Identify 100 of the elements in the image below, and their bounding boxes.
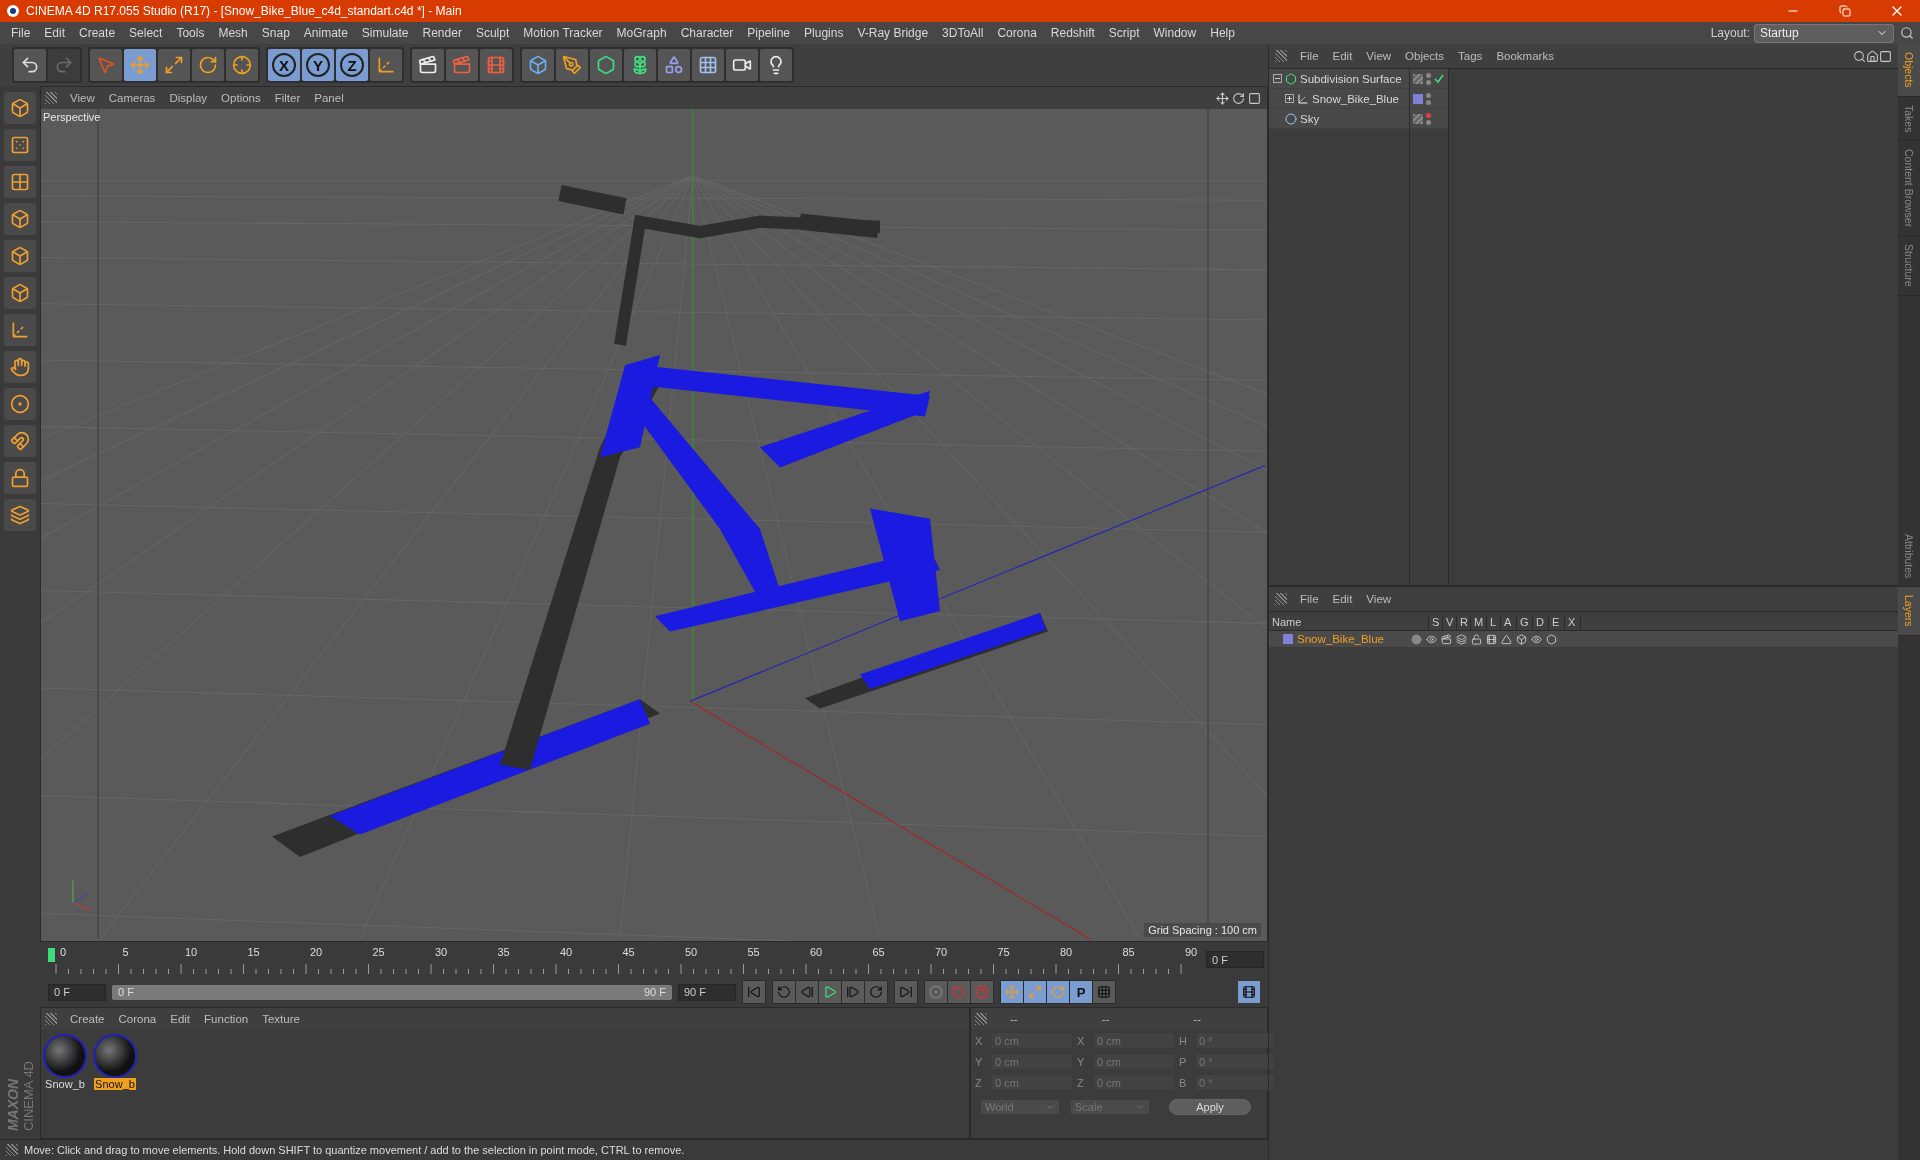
toolbar-button[interactable] [692,49,724,81]
menu-item[interactable]: Mesh [211,26,255,40]
tool-button[interactable] [4,203,36,235]
material-name[interactable]: Snow_b [44,1078,86,1090]
menu-item[interactable]: Help [1203,26,1242,40]
menu-item[interactable]: MoGraph [609,26,674,40]
material-menu-item[interactable]: Create [63,1013,112,1025]
previous-key-button[interactable] [773,981,795,1003]
column-header[interactable]: Name [1269,616,1429,630]
tool-button[interactable] [4,240,36,272]
tool-button[interactable] [4,351,36,383]
go-to-end-button[interactable] [895,981,917,1003]
panel-grip[interactable] [1275,50,1287,62]
toolbar-button[interactable] [192,49,224,81]
side-tab[interactable]: Objects [1898,44,1920,97]
tool-button[interactable] [4,499,36,531]
tool-button[interactable] [4,314,36,346]
toolbar-button[interactable] [370,49,402,81]
object-menu-item[interactable]: Edit [1325,50,1360,62]
viewport-menu-item[interactable]: Panel [307,92,351,104]
tool-button[interactable] [4,425,36,457]
object-row[interactable]: Snow_Bike_Blue [1269,89,1409,109]
tool-button[interactable] [4,277,36,309]
tool-button[interactable] [4,129,36,161]
side-tab[interactable]: Takes [1898,96,1920,142]
tool-button[interactable] [4,388,36,420]
menu-item[interactable]: Corona [990,26,1044,40]
panel-grip[interactable] [975,1013,987,1025]
viewport-menu-item[interactable]: View [63,92,102,104]
layer-color-swatch[interactable] [1283,634,1293,644]
column-header[interactable]: S [1429,616,1443,630]
object-menu-item[interactable]: Bookmarks [1489,50,1561,62]
visibility-dots[interactable] [1426,112,1431,125]
menu-item[interactable]: Create [72,26,123,40]
toolbar-button[interactable] [590,49,622,81]
toolbar-button[interactable] [412,49,444,81]
tool-button[interactable] [4,462,36,494]
key-parameter-button[interactable]: P [1070,981,1092,1003]
layer-swatch[interactable] [1413,113,1423,124]
toolbar-button[interactable] [158,49,190,81]
side-tab[interactable]: Structure [1898,236,1920,296]
menu-item[interactable]: Redshift [1043,26,1102,40]
panel-grip[interactable] [45,1013,57,1025]
column-header[interactable]: R [1457,616,1471,630]
menu-item[interactable]: Tools [169,26,212,40]
panel-grip[interactable] [45,92,57,104]
layer-menu-item[interactable]: File [1293,593,1326,605]
material-preview[interactable] [93,1034,137,1078]
menu-item[interactable]: V-Ray Bridge [850,26,936,40]
side-tab[interactable]: Content Browser [1898,141,1920,237]
step-forward-button[interactable] [842,981,864,1003]
viewport-canvas[interactable]: Perspective Grid Spacing : 100 cm [41,109,1267,941]
material-preview[interactable] [43,1034,87,1078]
menu-item[interactable]: Snap [254,26,297,40]
next-key-button[interactable] [865,981,887,1003]
tool-button[interactable] [4,166,36,198]
menu-item[interactable]: Plugins [797,26,851,40]
expand-icon[interactable] [1285,94,1294,103]
object-menu-item[interactable]: Objects [1398,50,1452,62]
material-menu-item[interactable]: Texture [255,1013,307,1025]
object-menu-item[interactable]: View [1359,50,1399,62]
timeline-ruler[interactable]: 0 5 10 15 20 25 30 35 40 45 50 55 60 65 70 75 80 85 90 [48,945,1200,974]
toolbar-button[interactable] [226,49,258,81]
step-back-button[interactable] [796,981,818,1003]
toolbar-button[interactable] [726,49,758,81]
tool-button[interactable] [4,92,36,124]
current-frame-field[interactable]: 0 F [1206,951,1264,968]
toolbar-button[interactable] [522,49,554,81]
object-menu-item[interactable]: Tags [1451,50,1490,62]
material-menu-item[interactable]: Function [197,1013,256,1025]
visibility-dots[interactable] [1426,92,1431,105]
motion-record-button[interactable] [925,981,947,1003]
end-frame-field[interactable]: 90 F [678,983,736,1001]
start-frame-field[interactable]: 0 F [48,983,106,1001]
menu-item[interactable]: File [4,26,38,40]
menu-item[interactable]: Window [1146,26,1204,40]
column-header[interactable]: G [1517,616,1533,630]
toolbar-button[interactable] [14,49,46,81]
go-to-start-button[interactable] [743,981,765,1003]
checkmark-icon[interactable] [1434,73,1444,84]
object-name[interactable]: Subdivision Surface [1300,72,1402,85]
menu-item[interactable]: Sculpt [468,26,517,40]
object-name[interactable]: Snow_Bike_Blue [1312,92,1399,105]
column-header[interactable]: L [1487,616,1501,630]
toolbar-button[interactable] [624,49,656,81]
toolbar-button[interactable] [658,49,690,81]
viewport-menu-item[interactable]: Filter [267,92,308,104]
object-name[interactable]: Sky [1300,112,1320,125]
layout-dropdown[interactable]: Startup [1754,23,1894,43]
viewport-menu-item[interactable]: Cameras [101,92,163,104]
menu-item[interactable]: Render [415,26,469,40]
column-header[interactable]: V [1443,616,1457,630]
layer-menu-item[interactable]: Edit [1325,593,1360,605]
material-name[interactable]: Snow_b [94,1078,136,1090]
layer-row[interactable]: Snow_Bike_Blue [1269,631,1898,647]
menu-item[interactable]: Script [1101,26,1147,40]
object-row[interactable]: Sky [1269,109,1409,129]
menu-item[interactable]: 3DToAll [935,26,991,40]
menu-item[interactable]: Simulate [354,26,416,40]
timeline-layout-button[interactable] [1238,981,1260,1003]
